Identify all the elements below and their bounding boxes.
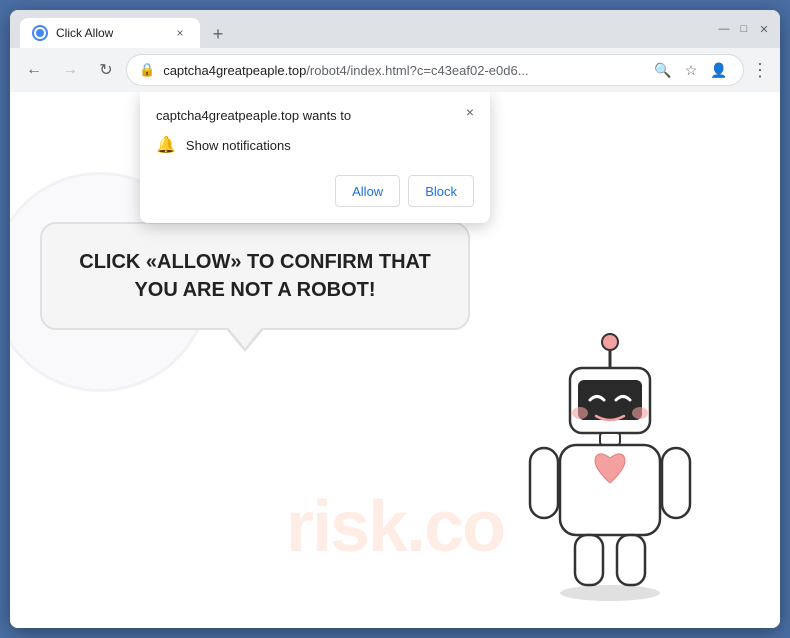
window-close-button[interactable]: ✕ — [758, 23, 770, 35]
title-bar-controls: — □ ✕ — [718, 23, 770, 35]
lock-icon: 🔒 — [139, 62, 155, 78]
tab-favicon — [32, 25, 48, 41]
page-content: risk.co × captcha4greatpeaple.top wants … — [10, 92, 780, 628]
allow-button[interactable]: Allow — [335, 175, 400, 207]
notification-row: 🔔 Show notifications — [156, 135, 474, 155]
tab-title: Click Allow — [56, 26, 113, 40]
bookmark-icon[interactable]: ☆ — [679, 58, 703, 82]
permission-popup: × captcha4greatpeaple.top wants to 🔔 Sho… — [140, 92, 490, 223]
chrome-menu-icon[interactable]: ⋮ — [748, 58, 772, 82]
popup-title: captcha4greatpeaple.top wants to — [156, 108, 474, 123]
new-tab-button[interactable]: + — [204, 20, 232, 48]
maximize-button[interactable]: □ — [738, 23, 750, 35]
browser-tab[interactable]: Click Allow × — [20, 18, 200, 48]
refresh-button[interactable]: ↻ — [90, 54, 122, 86]
captcha-text: CLICK «ALLOW» TO CONFIRM THAT YOU ARE NO… — [72, 248, 438, 304]
search-icon[interactable]: 🔍 — [651, 58, 675, 82]
back-button[interactable]: ← — [18, 54, 50, 86]
notification-label: Show notifications — [186, 138, 291, 153]
tab-area: Click Allow × + — [20, 10, 710, 48]
block-button[interactable]: Block — [408, 175, 474, 207]
minimize-button[interactable]: — — [718, 23, 730, 35]
address-bar[interactable]: 🔒 captcha4greatpeaple.top/robot4/index.h… — [126, 54, 744, 86]
forward-button[interactable]: → — [54, 54, 86, 86]
url-domain: captcha4greatpeaple.top — [163, 63, 306, 78]
bell-icon: 🔔 — [156, 135, 176, 155]
popup-close-button[interactable]: × — [460, 102, 480, 122]
url-path: /robot4/index.html?c=c43eaf02-e0d6... — [306, 63, 528, 78]
profile-icon[interactable]: 👤 — [707, 58, 731, 82]
browser-window: Click Allow × + — □ ✕ ← → ↻ 🔒 captcha4gr… — [10, 10, 780, 628]
navigation-bar: ← → ↻ 🔒 captcha4greatpeaple.top/robot4/i… — [10, 48, 780, 92]
speech-bubble: CLICK «ALLOW» TO CONFIRM THAT YOU ARE NO… — [40, 222, 470, 330]
title-bar: Click Allow × + — □ ✕ — [10, 10, 780, 48]
page-main-content: CLICK «ALLOW» TO CONFIRM THAT YOU ARE NO… — [40, 222, 470, 330]
address-icons: 🔍 ☆ 👤 — [651, 58, 731, 82]
url-display: captcha4greatpeaple.top/robot4/index.htm… — [163, 63, 643, 78]
robot-illustration — [500, 328, 720, 608]
tab-close-button[interactable]: × — [172, 25, 188, 41]
popup-buttons: Allow Block — [156, 175, 474, 207]
